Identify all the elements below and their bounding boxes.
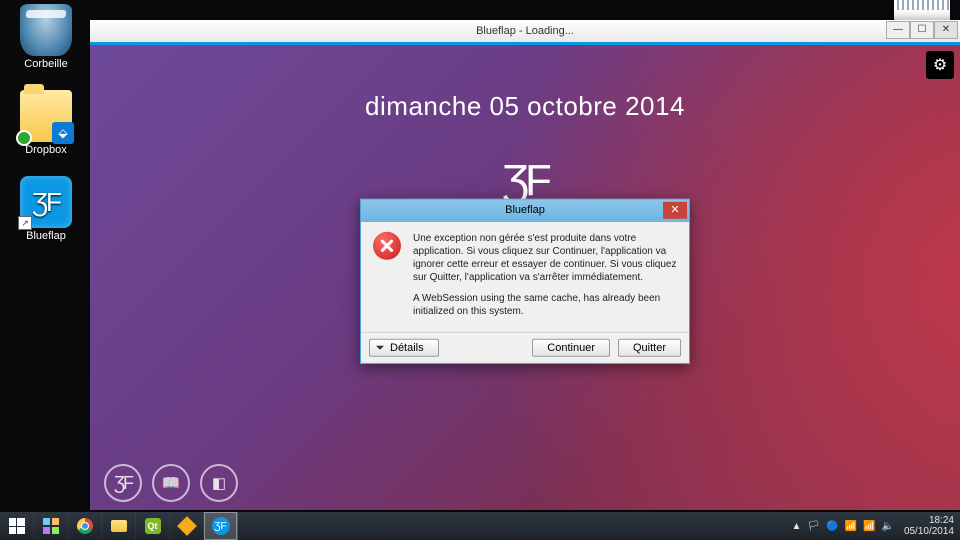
dialog-title: Blueflap (505, 204, 545, 216)
desktop-icon-blueflap[interactable]: ƷF ↗ Blueflap (8, 176, 84, 242)
blueflap-client: ⚙ dimanche 05 octobre 2014 ƷF ƷF 📖 ◧ Blu… (90, 45, 960, 510)
maximize-button[interactable]: ☐ (910, 21, 934, 39)
taskbar-chrome[interactable] (68, 512, 102, 540)
desktop-icons: Corbeille ⬙ Dropbox ƷF ↗ Blueflap (8, 4, 84, 242)
dialog-message: Une exception non gérée s'est produite d… (413, 231, 677, 325)
tray-flag-icon[interactable]: 🏳 (807, 521, 820, 532)
date-header: dimanche 05 octobre 2014 (90, 91, 960, 122)
blueflap-window: Blueflap - Loading... ― ☐ ✕ ⚙ dimanche 0… (90, 20, 960, 510)
qt-icon: Qt (145, 518, 161, 534)
system-tray[interactable]: ▲ 🏳 🔵 📶 📶 🔈 18:24 05/10/2014 (786, 512, 960, 540)
continue-button[interactable]: Continuer (532, 338, 610, 356)
close-button[interactable]: ✕ (934, 21, 958, 39)
dock-bookmarks-button[interactable]: 📖 (152, 464, 190, 502)
blueflap-icon: ƷF ↗ (20, 176, 72, 228)
desktop-icon-label: Corbeille (24, 58, 67, 70)
gear-icon: ⚙ (933, 55, 947, 75)
apps-icon (43, 518, 59, 534)
error-dialog: Blueflap ✕ Une exception non gérée s'est… (360, 198, 690, 363)
taskbar-blueflap[interactable]: ƷF (204, 512, 238, 540)
start-button[interactable] (0, 512, 34, 540)
taskbar-qt[interactable]: Qt (136, 512, 170, 540)
chrome-icon (77, 518, 93, 534)
error-icon (373, 231, 401, 259)
dock-layout-button[interactable]: ◧ (200, 464, 238, 502)
taskbar-explorer[interactable] (102, 512, 136, 540)
desktop-icon-label: Dropbox (25, 144, 67, 156)
tray-network-icon[interactable]: 📶 (845, 521, 857, 532)
minimize-button[interactable]: ― (886, 21, 910, 39)
windows-icon (9, 518, 25, 534)
sync-ok-icon (16, 130, 32, 146)
explorer-icon (111, 520, 127, 532)
layout-icon: ◧ (212, 474, 226, 492)
dialog-titlebar[interactable]: Blueflap ✕ (361, 199, 689, 221)
tray-dropbox-icon[interactable]: 🔵 (826, 521, 838, 532)
settings-button[interactable]: ⚙ (926, 51, 954, 79)
dropbox-icon: ⬙ (52, 122, 74, 144)
dialog-close-button[interactable]: ✕ (663, 201, 687, 218)
shortcut-icon: ↗ (18, 216, 32, 230)
tray-wifi-icon[interactable]: 📶 (863, 521, 875, 532)
desktop-icon-dropbox[interactable]: ⬙ Dropbox (8, 90, 84, 156)
book-icon: 📖 (162, 474, 181, 492)
taskbar: Qt ƷF ▲ 🏳 🔵 📶 📶 🔈 18:24 05/10/2014 (0, 512, 960, 540)
dock-home-button[interactable]: ƷF (104, 464, 142, 502)
quit-button[interactable]: Quitter (618, 338, 681, 356)
plex-icon (177, 516, 197, 536)
dialog-button-row: Détails Continuer Quitter (361, 331, 689, 362)
task-view-button[interactable] (34, 512, 68, 540)
window-titlebar[interactable]: Blueflap - Loading... ― ☐ ✕ (90, 20, 960, 42)
window-title: Blueflap - Loading... (476, 25, 574, 37)
blueflap-icon: ƷF (212, 517, 230, 535)
tray-overflow-icon[interactable]: ▲ (792, 521, 802, 532)
recycle-bin-icon (20, 4, 72, 56)
taskbar-plex[interactable] (170, 512, 204, 540)
desktop-icon-corbeille[interactable]: Corbeille (8, 4, 84, 70)
folder-icon: ⬙ (20, 90, 72, 142)
bottom-dock: ƷF 📖 ◧ (104, 464, 238, 502)
details-button[interactable]: Détails (369, 338, 439, 356)
desktop: Corbeille ⬙ Dropbox ƷF ↗ Blueflap Bluefl… (0, 0, 960, 512)
taskbar-clock[interactable]: 18:24 05/10/2014 (900, 515, 954, 537)
tray-volume-icon[interactable]: 🔈 (881, 521, 893, 532)
desktop-icon-label: Blueflap (26, 230, 66, 242)
